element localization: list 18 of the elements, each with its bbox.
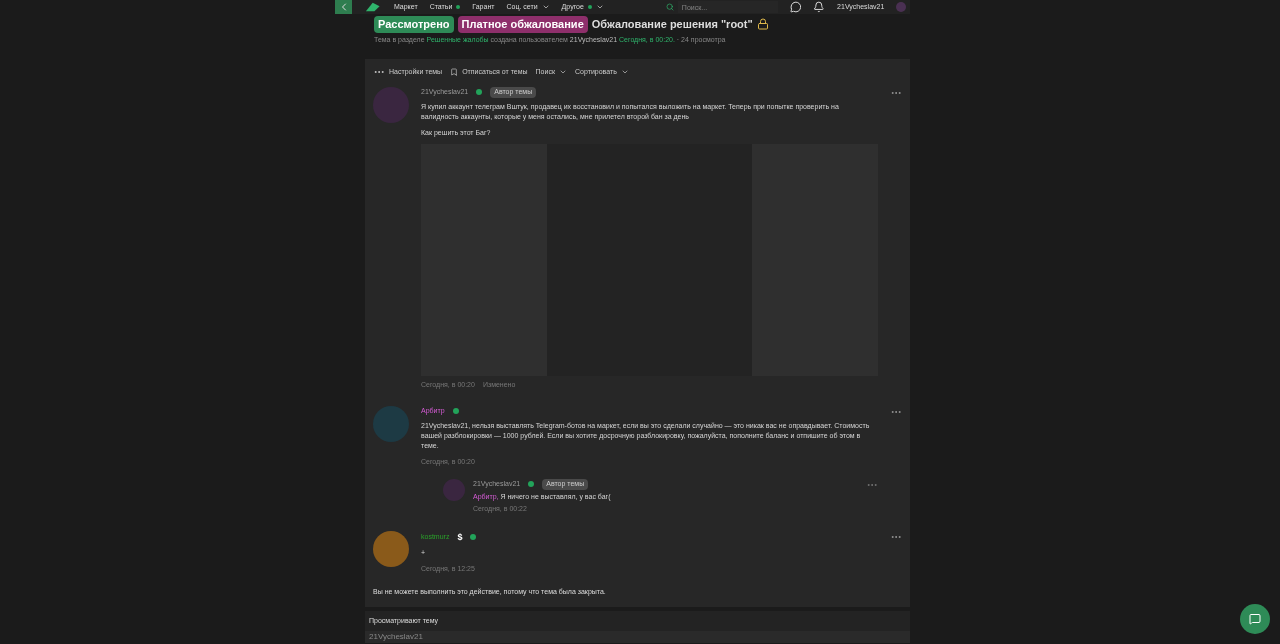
caret-icon — [620, 68, 629, 76]
caret-icon — [559, 68, 567, 76]
caret-icon — [595, 3, 604, 11]
viewer-name[interactable]: 21Vycheslav21 — [369, 631, 423, 643]
chat-icon — [1249, 613, 1261, 625]
logo-icon[interactable] — [364, 1, 382, 13]
chat-icon[interactable] — [789, 1, 802, 13]
thread-tag[interactable]: Платное обжалование — [457, 16, 588, 33]
dollar-sign: $ — [457, 530, 463, 544]
thread-tag[interactable]: Рассмотрено — [374, 16, 454, 33]
avatar[interactable] — [373, 530, 409, 567]
caret-icon — [541, 3, 550, 11]
chat-button[interactable] — [1240, 604, 1270, 634]
back-button[interactable] — [335, 0, 353, 14]
search-icon — [665, 3, 674, 11]
bookmark-icon — [450, 68, 459, 76]
thread-title: Обжалование решения "root" — [591, 17, 753, 32]
bell-icon[interactable] — [813, 1, 826, 13]
